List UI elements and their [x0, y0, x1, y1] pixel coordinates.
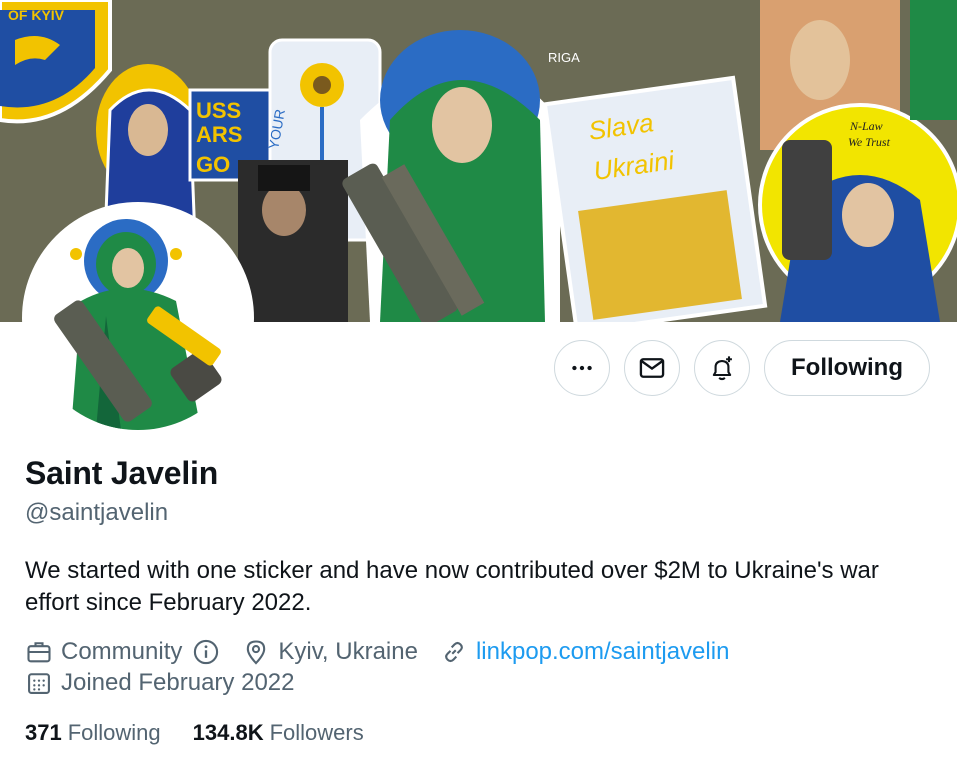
- profile-location: Kyiv, Ukraine: [242, 638, 418, 666]
- followers-label: Followers: [269, 720, 364, 745]
- profile-stats: 371 Following 134.8K Followers: [25, 720, 396, 746]
- profile-handle: @saintjavelin: [25, 499, 169, 526]
- followers-count: 134.8K: [192, 720, 264, 745]
- profile-category: Community: [25, 638, 220, 666]
- profile-name: Saint Javelin: [25, 455, 219, 491]
- profile-meta-row: Community Kyiv, Ukraine linkpop.com/sain…: [25, 638, 751, 666]
- briefcase-icon: [27, 642, 51, 663]
- following-stat[interactable]: 371 Following: [25, 720, 161, 746]
- link-icon: [445, 641, 463, 663]
- profile-joined: Joined February 2022: [25, 669, 294, 697]
- info-icon[interactable]: [192, 638, 220, 666]
- category-label: Community: [61, 638, 183, 665]
- svg-text:ARS: ARS: [196, 122, 242, 147]
- svg-text:N-Law: N-Law: [849, 119, 883, 133]
- message-button[interactable]: [624, 340, 681, 396]
- profile-actions: Following: [554, 340, 930, 396]
- svg-text:USS: USS: [196, 98, 241, 123]
- location-pin-icon: [247, 640, 266, 665]
- profile-joined-row: Joined February 2022: [25, 669, 316, 697]
- svg-text:GO: GO: [196, 152, 230, 177]
- envelope-icon: [639, 358, 665, 378]
- calendar-icon: [28, 673, 50, 694]
- website-link[interactable]: linkpop.com/saintjavelin: [476, 638, 729, 666]
- svg-text:RIGA: RIGA: [548, 50, 580, 65]
- following-count: 371: [25, 720, 62, 745]
- bell-plus-icon: [712, 356, 732, 381]
- svg-text:We Trust: We Trust: [848, 135, 891, 149]
- location-label: Kyiv, Ukraine: [278, 638, 418, 665]
- following-label: Following: [67, 720, 161, 745]
- following-button[interactable]: Following: [764, 340, 930, 396]
- more-icon: [572, 365, 592, 371]
- profile-bio: We started with one sticker and have now…: [25, 557, 879, 616]
- profile-avatar[interactable]: [22, 202, 254, 434]
- svg-text:OF KYIV: OF KYIV: [8, 7, 65, 23]
- followers-stat[interactable]: 134.8K Followers: [193, 720, 364, 746]
- more-button[interactable]: [554, 340, 611, 396]
- joined-label: Joined February 2022: [61, 669, 295, 696]
- saint-javelin-avatar-image: [26, 206, 250, 430]
- profile-website[interactable]: linkpop.com/saintjavelin: [440, 638, 729, 666]
- notifications-button[interactable]: [694, 340, 751, 396]
